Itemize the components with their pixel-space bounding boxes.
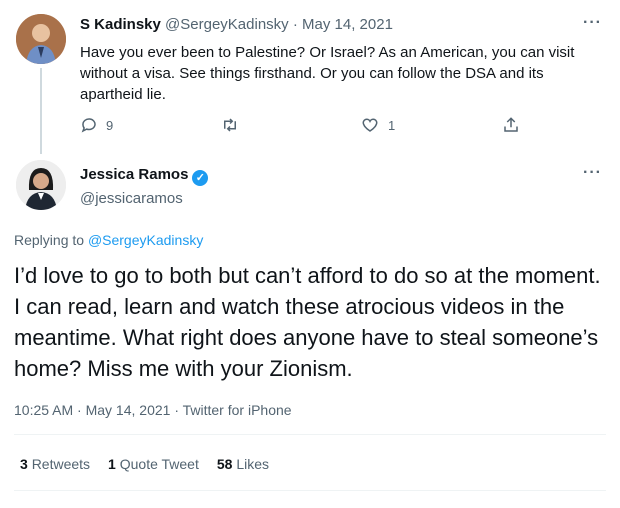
reply-handle[interactable]: @SergeyKadinsky: [165, 16, 289, 33]
main-tweet-author: Jessica Ramos ✓ @jessicaramos: [80, 166, 209, 207]
main-tweet-text: I’d love to go to both but can’t afford …: [14, 263, 601, 381]
share-button[interactable]: [502, 116, 520, 134]
retweets-label: Retweets: [31, 456, 91, 472]
reply-count: 9: [106, 117, 114, 133]
reply-display-name[interactable]: S Kadinsky: [80, 16, 161, 33]
reply-more-button[interactable]: ···: [583, 14, 602, 32]
main-display-name[interactable]: Jessica Ramos: [80, 166, 188, 183]
reply-icon: [81, 118, 96, 133]
avatar-jessica-ramos[interactable]: [16, 160, 66, 210]
main-handle[interactable]: @jessicaramos: [80, 190, 208, 207]
replying-to-label: Replying to: [14, 232, 88, 248]
verified-badge-icon: ✓: [192, 170, 209, 186]
avatar-s-kadinsky[interactable]: [16, 14, 66, 64]
divider: [14, 490, 606, 491]
likes-count: 58: [216, 456, 233, 472]
likes-stat[interactable]: 58 Likes: [217, 456, 269, 472]
like-count: 1: [388, 117, 396, 133]
like-icon: [362, 118, 378, 132]
likes-label: Likes: [236, 456, 270, 472]
quote-tweets-stat[interactable]: 1 Quote Tweet: [108, 456, 199, 472]
replying-to: Replying to @SergeyKadinsky: [14, 232, 203, 248]
main-more-button[interactable]: ···: [583, 164, 602, 182]
retweets-stat[interactable]: 3 Retweets: [20, 456, 90, 472]
reply-separator: ·: [292, 16, 298, 33]
thread-connector: [40, 68, 42, 154]
replying-to-handle-link[interactable]: @SergeyKadinsky: [88, 232, 203, 248]
retweets-count: 3: [20, 456, 28, 472]
reply-action-bar: 9 1: [80, 116, 540, 140]
quotes-label: Quote Tweet: [119, 456, 199, 472]
quotes-count: 1: [108, 456, 116, 472]
retweet-button[interactable]: [220, 116, 240, 134]
like-button[interactable]: 1: [360, 116, 395, 134]
reply-button[interactable]: 9: [80, 116, 113, 134]
engagement-stats: 3 Retweets 1 Quote Tweet 58 Likes: [20, 456, 269, 472]
reply-tweet-header: S Kadinsky @SergeyKadinsky · May 14, 202…: [80, 16, 393, 33]
share-icon: [504, 117, 518, 132]
tweet-meta[interactable]: 10:25 AM · May 14, 2021 · Twitter for iP…: [14, 402, 292, 418]
retweet-icon: [224, 118, 236, 132]
reply-date[interactable]: May 14, 2021: [302, 16, 393, 33]
reply-tweet-text: Have you ever been to Palestine? Or Isra…: [80, 44, 575, 103]
divider: [14, 434, 606, 435]
